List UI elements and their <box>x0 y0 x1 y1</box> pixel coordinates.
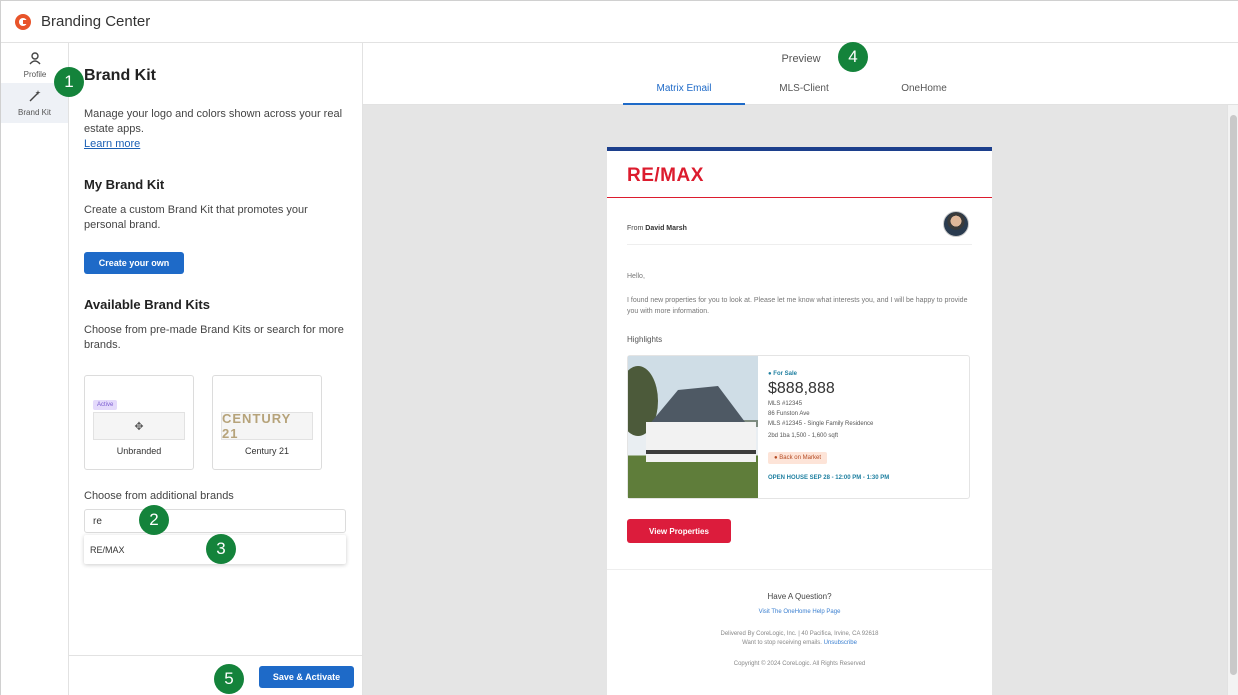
callout-4: 4 <box>838 42 868 72</box>
kit-card-unbranded[interactable]: Active ✥ Unbranded <box>84 375 194 470</box>
listing-specs: 2bd 1ba 1,500 - 1,600 sqft <box>768 433 839 439</box>
diamond-icon: ✥ <box>134 420 144 433</box>
badge-text: Back on Market <box>779 455 821 461</box>
help-page-link[interactable]: Visit The OneHome Help Page <box>607 608 992 617</box>
listing-mls: MLS #12345 <box>768 401 803 407</box>
corelogic-logo-icon <box>15 13 31 30</box>
agent-avatar <box>943 211 969 237</box>
nav-rail: Profile Brand Kit <box>1 43 69 695</box>
app-title: Branding Center <box>41 13 151 30</box>
tab-mls-client[interactable]: MLS-Client <box>753 83 855 105</box>
app-window: Branding Center Profile Brand Kit Brand … <box>0 0 1238 695</box>
kit-label: Unbranded <box>116 446 162 456</box>
email-footer: Have A Question? Visit The OneHome Help … <box>607 569 992 695</box>
brand-kit-panel: Brand Kit Manage your logo and colors sh… <box>69 43 363 695</box>
open-house-text: OPEN HOUSE SEP 28 - 12:00 PM - 1:30 PM <box>768 475 890 481</box>
callout-5: 5 <box>214 664 244 694</box>
footer-delivered: Delivered By CoreLogic, Inc. | 40 Pacifi… <box>720 631 879 637</box>
save-activate-button[interactable]: Save & Activate <box>259 666 354 688</box>
listing-price: $888,888 <box>768 380 835 397</box>
tab-onehome[interactable]: OneHome <box>873 83 975 105</box>
callout-3: 3 <box>206 534 236 564</box>
email-greeting: Hello, <box>627 273 645 280</box>
unsub-prefix: Want to stop receiving emails. <box>742 640 822 646</box>
panel-title: Brand Kit <box>84 67 156 84</box>
email-preview: RE/MAX From David Marsh Hello, I found n… <box>607 147 992 695</box>
tab-matrix-email[interactable]: Matrix Email <box>623 83 745 105</box>
listing-address: 86 Funston Ave <box>768 411 810 417</box>
rail-label: Brand Kit <box>18 108 51 117</box>
rail-item-profile[interactable]: Profile <box>11 51 59 79</box>
brand-search-input[interactable] <box>84 509 346 533</box>
preview-title: Preview <box>781 53 821 65</box>
from-prefix: From <box>627 225 644 232</box>
view-properties-button[interactable]: View Properties <box>627 519 731 543</box>
footer-unsubscribe: Want to stop receiving emails. Unsubscri… <box>607 639 992 648</box>
callout-2: 2 <box>139 505 169 535</box>
preview-header: Preview Matrix Email MLS-Client OneHome <box>363 43 1238 105</box>
from-name: David Marsh <box>645 225 687 232</box>
unsubscribe-link[interactable]: Unsubscribe <box>824 640 857 646</box>
brand-divider <box>607 197 992 198</box>
active-badge: Active <box>93 400 118 410</box>
listing-card: ● For Sale $888,888 MLS #12345 86 Funsto… <box>627 355 970 499</box>
century-21-logo-text: CENTURY 21 <box>222 411 292 441</box>
preview-scrollbar[interactable] <box>1227 105 1238 695</box>
preview-canvas: RE/MAX From David Marsh Hello, I found n… <box>363 105 1227 695</box>
callout-1: 1 <box>54 67 84 97</box>
kit-label: Century 21 <box>244 446 290 456</box>
remax-logo: RE/MAX <box>627 165 704 186</box>
create-your-own-button[interactable]: Create your own <box>84 252 184 274</box>
additional-brands-label: Choose from additional brands <box>84 490 234 502</box>
email-from: From David Marsh <box>627 225 687 232</box>
back-on-market-badge: ● Back on Market <box>768 452 827 464</box>
property-photo <box>628 356 758 498</box>
century-21-logo: CENTURY 21 <box>221 411 313 441</box>
my-brand-kit-heading: My Brand Kit <box>84 177 165 192</box>
footer-copyright: Copyright © 2024 CoreLogic. All Rights R… <box>733 661 866 667</box>
scroll-thumb[interactable] <box>1230 115 1237 675</box>
available-brand-kits-heading: Available Brand Kits <box>84 297 210 312</box>
listing-type: MLS #12345 - Single Family Residence <box>768 421 874 427</box>
listing-status: ● For Sale <box>768 371 797 377</box>
email-body: I found new properties for you to look a… <box>627 297 968 315</box>
available-brand-kits-desc: Choose from pre-made Brand Kits or searc… <box>84 324 344 351</box>
user-icon <box>11 51 59 68</box>
panel-intro: Manage your logo and colors shown across… <box>84 108 343 135</box>
unbranded-logo: ✥ <box>93 412 185 440</box>
my-brand-kit-desc: Create a custom Brand Kit that promotes … <box>84 204 308 231</box>
top-bar: Branding Center <box>1 1 1238 43</box>
status-text: For Sale <box>773 371 797 377</box>
rail-label: Profile <box>23 70 47 79</box>
divider <box>627 244 972 245</box>
footer-question: Have A Question? <box>767 592 832 601</box>
learn-more-link[interactable]: Learn more <box>84 138 140 150</box>
kit-card-century-21[interactable]: CENTURY 21 Century 21 <box>212 375 322 470</box>
highlights-heading: Highlights <box>627 335 663 344</box>
